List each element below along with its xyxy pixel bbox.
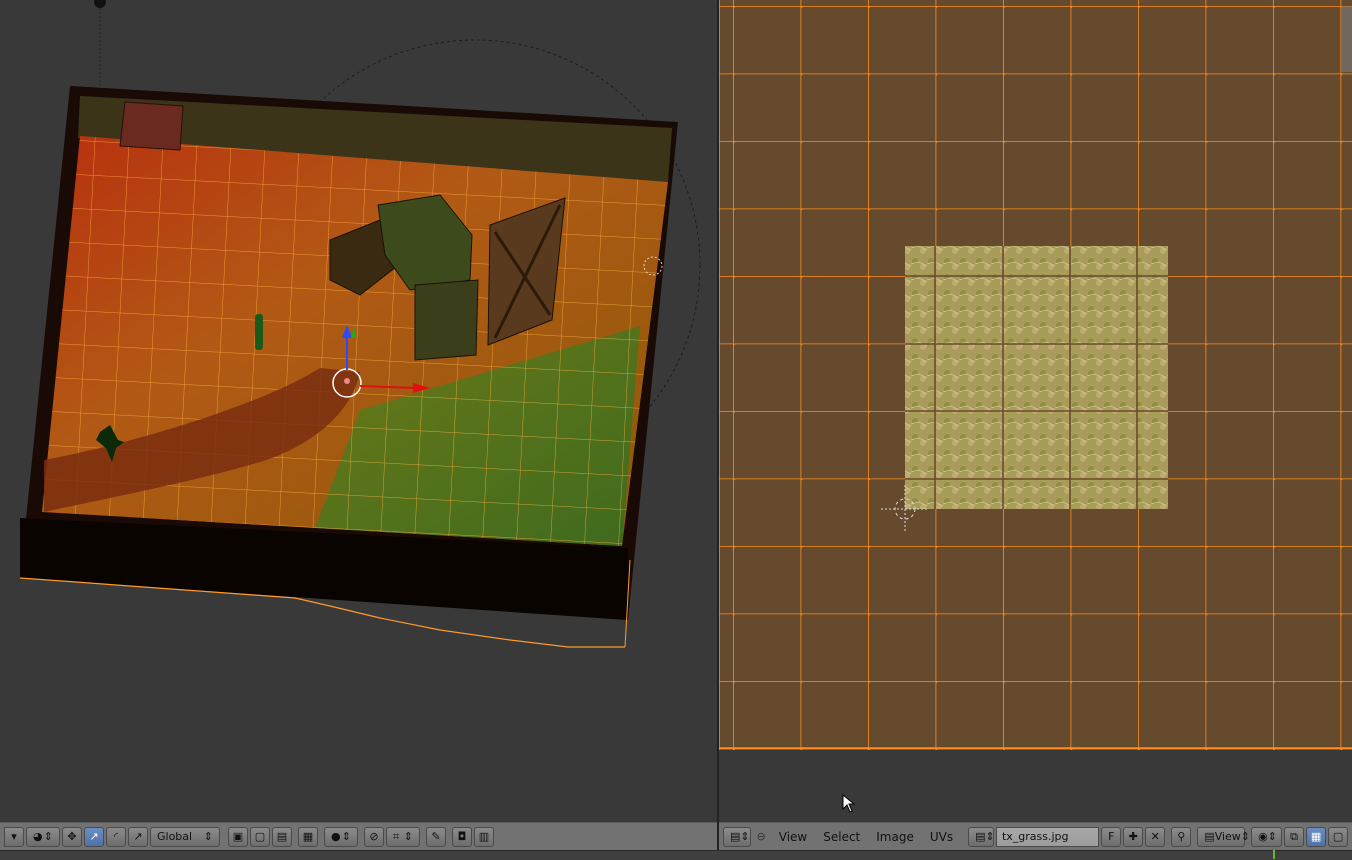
menu-uvs[interactable]: UVs bbox=[923, 827, 960, 847]
render-icon[interactable]: ✎ bbox=[426, 826, 446, 847]
current-frame-marker[interactable] bbox=[1273, 850, 1275, 859]
rotate-icon[interactable]: ◜ bbox=[106, 826, 126, 847]
render-animation-icon[interactable]: ▥ bbox=[474, 826, 494, 847]
uv-image-editor[interactable] bbox=[719, 0, 1352, 822]
occlude-geometry-icon[interactable]: ▦ bbox=[298, 826, 318, 847]
face-select-icon[interactable]: ▤ bbox=[272, 826, 292, 847]
editor-type-icon[interactable]: ▾ bbox=[4, 826, 24, 847]
menu-image[interactable]: Image bbox=[869, 827, 921, 847]
snap-icon[interactable]: ⌗ ⇕ bbox=[386, 826, 420, 847]
fake-user-button[interactable]: F bbox=[1101, 826, 1122, 847]
proportional-icon[interactable]: ● ⇕ bbox=[324, 826, 358, 847]
menu-select[interactable]: Select bbox=[816, 827, 867, 847]
pin-image-icon[interactable]: ⚲ bbox=[1171, 826, 1192, 847]
vertex-select-icon[interactable]: ▣ bbox=[228, 826, 248, 847]
3d-viewport[interactable] bbox=[0, 0, 717, 822]
sticky-selection-icon[interactable]: ⧉ bbox=[1284, 826, 1305, 847]
view-mode-select[interactable]: ▤ View ⇕ bbox=[1197, 826, 1250, 847]
translate-icon[interactable]: ↗ bbox=[84, 826, 104, 847]
transform-orientation-label: Global bbox=[157, 830, 193, 843]
uv-edge-select-icon[interactable]: ▢ bbox=[1328, 826, 1349, 847]
mouse-pointer-icon bbox=[842, 794, 856, 813]
image-name-field[interactable]: tx_grass.jpg bbox=[995, 826, 1100, 847]
new-image-icon[interactable]: ✚ bbox=[1123, 826, 1144, 847]
menu-view[interactable]: View bbox=[772, 827, 814, 847]
uv-canvas bbox=[719, 0, 1352, 750]
uv-pivot-icon[interactable]: ◉ ⇕ bbox=[1251, 826, 1283, 847]
scale-icon[interactable]: ↗ bbox=[128, 826, 148, 847]
browse-image-icon[interactable]: ▤ ⇕ bbox=[968, 826, 995, 847]
transform-orientation-select[interactable]: Global ⇕ bbox=[150, 826, 220, 847]
edge-select-icon[interactable]: ▢ bbox=[250, 826, 270, 847]
view-mode-label: View bbox=[1214, 830, 1241, 843]
grass-texture bbox=[905, 246, 1168, 509]
magnet-icon[interactable]: ⊘ bbox=[364, 826, 384, 847]
uv-vertex-select-icon[interactable]: ▦ bbox=[1306, 826, 1327, 847]
manipulator-icon[interactable]: ✥ bbox=[62, 826, 82, 847]
unlink-image-icon[interactable]: ✕ bbox=[1145, 826, 1166, 847]
pivot-icon[interactable]: ◕ ⇕ bbox=[26, 826, 60, 847]
render-still-icon[interactable]: ◘ bbox=[452, 826, 472, 847]
3d-scene bbox=[19, 0, 701, 648]
3d-view-header: ▾ ◕ ⇕ ✥ ↗ ◜ ↗ Global ⇕ ▣ ▢ ▤ ▦ ● ⇕ ⊘ ⌗ ⇕ ✎ … bbox=[0, 822, 717, 850]
image-editor-type-icon[interactable]: ▤ ⇕ bbox=[723, 826, 751, 847]
collapse-menu-icon[interactable]: ⊖ bbox=[757, 830, 766, 843]
uv-editor-header: ▤ ⇕ ⊖ View Select Image UVs ▤ ⇕ tx_grass.j… bbox=[719, 822, 1352, 850]
